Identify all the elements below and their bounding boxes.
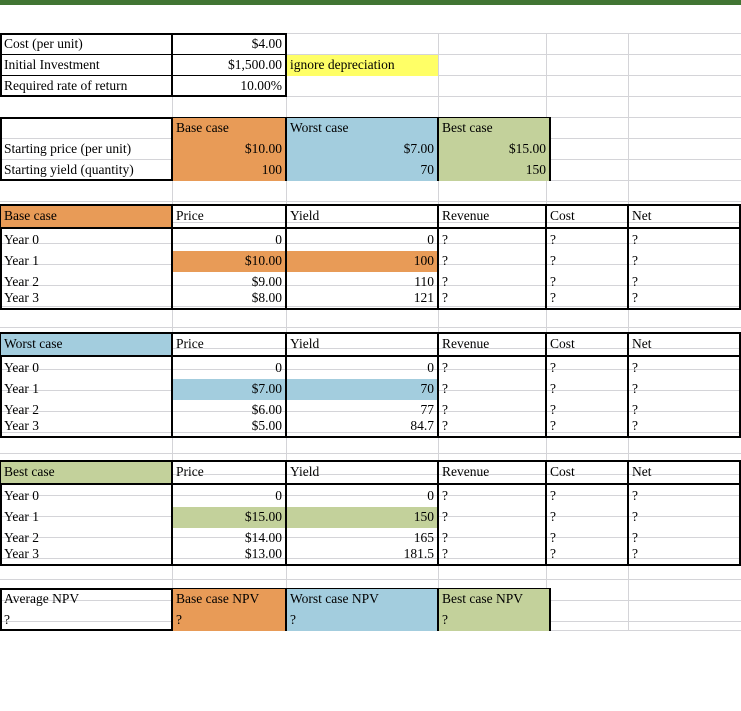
worst-case-column-cost[interactable]: Cost [547, 334, 627, 355]
assumption-label-cost[interactable]: Cost (per unit) [1, 34, 171, 55]
base-case-column-net[interactable]: Net [629, 206, 741, 227]
npv-value-worst-case[interactable]: ? [287, 610, 437, 631]
table-row[interactable]: Year 3 [1, 544, 171, 565]
worst-case-column-price[interactable]: Price [173, 334, 285, 355]
scenario-header-corner [1, 118, 171, 139]
scenario-label-starting-price[interactable]: Starting price (per unit) [1, 139, 171, 160]
npv-label-average[interactable]: Average NPV [1, 589, 171, 610]
base-case-table-title[interactable]: Base case [1, 206, 171, 227]
assumption-value-required-rate[interactable]: 10.00% [173, 76, 285, 97]
assumption-label-required-rate[interactable]: Required rate of return [1, 76, 171, 97]
table-row[interactable]: Year 1 [1, 507, 171, 528]
npv-header-worst-case[interactable]: Worst case NPV [287, 589, 437, 610]
npv-value-base-case[interactable]: ? [173, 610, 285, 631]
table-row[interactable]: Year 3 [1, 416, 171, 437]
base-case-column-yield[interactable]: Yield [287, 206, 437, 227]
npv-value-average[interactable]: ? [1, 610, 171, 631]
table-row[interactable]: Year 0 [1, 486, 171, 507]
assumption-value-cost[interactable]: $4.00 [173, 34, 285, 55]
scenario-base-starting-yield[interactable]: 100 [173, 160, 285, 181]
scenario-header-worst-case[interactable]: Worst case [287, 118, 437, 139]
worst-case-table-title[interactable]: Worst case [1, 334, 171, 355]
scenario-best-starting-yield[interactable]: 150 [439, 160, 549, 181]
base-case-column-price[interactable]: Price [173, 206, 285, 227]
base-case-column-cost[interactable]: Cost [547, 206, 627, 227]
scenario-header-base-case[interactable]: Base case [173, 118, 285, 139]
npv-value-best-case[interactable]: ? [439, 610, 549, 631]
best-case-table-title[interactable]: Best case [1, 462, 171, 483]
table-row[interactable]: Year 3 [1, 288, 171, 309]
scenario-label-starting-yield[interactable]: Starting yield (quantity) [1, 160, 171, 181]
scenario-header-best-case[interactable]: Best case [439, 118, 549, 139]
best-case-column-revenue[interactable]: Revenue [439, 462, 545, 483]
scenario-base-starting-price[interactable]: $10.00 [173, 139, 285, 160]
worst-case-column-yield[interactable]: Yield [287, 334, 437, 355]
scenario-worst-starting-yield[interactable]: 70 [287, 160, 437, 181]
spreadsheet-sheet: Cost (per unit) $4.00 Initial Investment… [0, 0, 741, 711]
table-row[interactable]: Year 0 [1, 230, 171, 251]
assumption-note-ignore-depreciation[interactable]: ignore depreciation [287, 55, 438, 76]
base-case-column-revenue[interactable]: Revenue [439, 206, 545, 227]
npv-header-base-case[interactable]: Base case NPV [173, 589, 285, 610]
npv-header-best-case[interactable]: Best case NPV [439, 589, 549, 610]
best-case-column-cost[interactable]: Cost [547, 462, 627, 483]
table-row[interactable]: Year 0 [1, 358, 171, 379]
scenario-best-starting-price[interactable]: $15.00 [439, 139, 549, 160]
best-case-column-price[interactable]: Price [173, 462, 285, 483]
assumption-label-initial-investment[interactable]: Initial Investment [1, 55, 171, 76]
table-row[interactable]: Year 1 [1, 379, 171, 400]
scenario-worst-starting-price[interactable]: $7.00 [287, 139, 437, 160]
assumption-value-initial-investment[interactable]: $1,500.00 [173, 55, 285, 76]
worst-case-column-revenue[interactable]: Revenue [439, 334, 545, 355]
best-case-column-yield[interactable]: Yield [287, 462, 437, 483]
best-case-column-net[interactable]: Net [629, 462, 741, 483]
table-row[interactable]: Year 1 [1, 251, 171, 272]
worst-case-column-net[interactable]: Net [629, 334, 741, 355]
